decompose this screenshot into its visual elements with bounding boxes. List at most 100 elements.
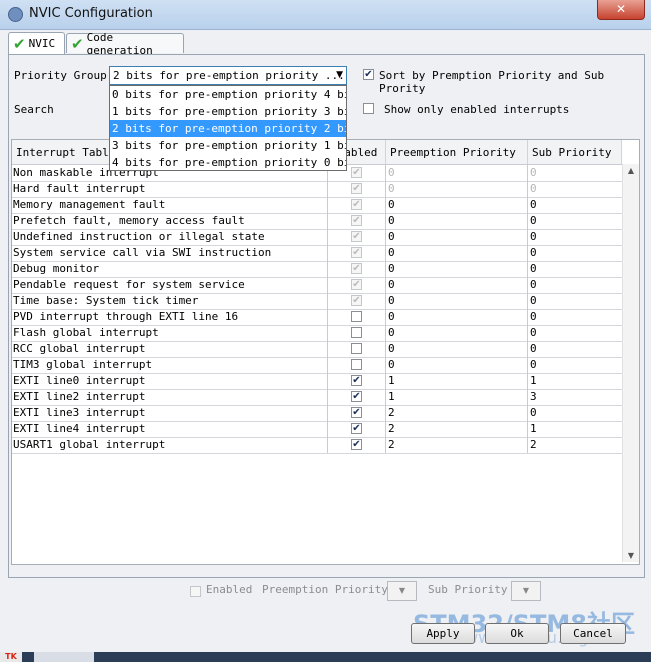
apply-button[interactable]: Apply <box>411 623 475 644</box>
tab-nvic-label: NVIC <box>28 37 56 50</box>
enabled-checkbox: ✔ <box>351 199 362 210</box>
sub-priority-cell[interactable]: 0 <box>527 261 625 277</box>
table-row[interactable]: Debug monitor ✔ 0 0 <box>12 261 622 278</box>
preemption-priority-cell[interactable]: 0 <box>385 277 531 293</box>
table-row[interactable]: Flash global interrupt 0 0 <box>12 325 622 342</box>
preemption-priority-cell[interactable]: 1 <box>385 389 531 405</box>
cancel-button[interactable]: Cancel <box>560 623 626 644</box>
table-row[interactable]: System service call via SWI instruction ✔… <box>12 245 622 262</box>
bottom-enabled-label: Enabled <box>206 583 253 596</box>
enabled-checkbox[interactable]: ✔ <box>351 391 362 402</box>
preemption-priority-cell[interactable]: 2 <box>385 405 531 421</box>
close-button[interactable]: ✕ <box>597 0 645 20</box>
priority-group-option[interactable]: 2 bits for pre-emption priority 2 bits f… <box>110 120 346 137</box>
scroll-up-icon[interactable]: ▲ <box>623 166 639 175</box>
table-row[interactable]: EXTI line3 interrupt ✔ 2 0 <box>12 405 622 422</box>
sub-priority-cell[interactable]: 0 <box>527 213 625 229</box>
priority-group-option[interactable]: 3 bits for pre-emption priority 1 bits f… <box>110 137 346 154</box>
enabled-cell: ✔ <box>327 293 386 309</box>
preemption-priority-cell[interactable]: 2 <box>385 421 531 437</box>
table-row[interactable]: Pendable request for system service ✔ 0 0 <box>12 277 622 294</box>
enabled-checkbox[interactable] <box>351 311 362 322</box>
checkbox-check-icon: ✔ <box>352 199 361 210</box>
table-row[interactable]: Hard fault interrupt ✔ 0 0 <box>12 181 622 198</box>
show-enabled-checkbox[interactable] <box>363 103 374 114</box>
enabled-checkbox[interactable] <box>351 343 362 354</box>
preemption-priority-cell[interactable]: 1 <box>385 373 531 389</box>
bottom-preemption-label: Preemption Priority <box>262 583 388 596</box>
table-row[interactable]: Memory management fault ✔ 0 0 <box>12 197 622 214</box>
enabled-checkbox[interactable]: ✔ <box>351 423 362 434</box>
table-row[interactable]: Prefetch fault, memory access fault ✔ 0 0 <box>12 213 622 230</box>
table-row[interactable]: Undefined instruction or illegal state ✔ 0… <box>12 229 622 246</box>
sub-priority-cell[interactable]: 0 <box>527 341 625 357</box>
sub-priority-cell[interactable]: 0 <box>527 293 625 309</box>
bottom-preemption-select[interactable]: ▼ <box>387 581 417 601</box>
table-row[interactable]: EXTI line2 interrupt ✔ 1 3 <box>12 389 622 406</box>
tab-code-generation[interactable]: ✔ Code generation <box>66 31 184 57</box>
column-header-preemption[interactable]: Preemption Priority <box>386 140 528 164</box>
enabled-checkbox[interactable] <box>351 327 362 338</box>
priority-group-select[interactable]: 2 bits for pre-emption priority ... ▼ <box>109 66 347 85</box>
chevron-down-icon: ▼ <box>522 586 530 595</box>
preemption-priority-cell[interactable]: 0 <box>385 213 531 229</box>
interrupt-name: EXTI line3 interrupt <box>13 406 146 419</box>
bottom-enabled-checkbox[interactable] <box>190 586 201 597</box>
table-row[interactable]: Time base: System tick timer ✔ 0 0 <box>12 293 622 310</box>
taskbar-item[interactable] <box>34 652 94 662</box>
sub-priority-cell[interactable]: 0 <box>527 165 625 181</box>
taskbar-badge[interactable]: TK <box>0 652 22 662</box>
sub-priority-cell[interactable]: 0 <box>527 309 625 325</box>
sort-checkbox[interactable]: ✔ <box>363 69 374 80</box>
priority-group-option[interactable]: 4 bits for pre-emption priority 0 bits f… <box>110 154 346 171</box>
preemption-priority-cell[interactable]: 0 <box>385 357 531 373</box>
vertical-scrollbar[interactable]: ▲ ▼ <box>622 164 639 562</box>
priority-group-selected: 2 bits for pre-emption priority ... <box>113 69 345 82</box>
table-row[interactable]: USART1 global interrupt ✔ 2 2 <box>12 437 622 454</box>
ok-button[interactable]: Ok <box>485 623 549 644</box>
checkbox-check-icon: ✔ <box>352 231 361 242</box>
enabled-cell: ✔ <box>327 213 386 229</box>
preemption-priority-cell[interactable]: 0 <box>385 229 531 245</box>
sub-priority-cell[interactable]: 0 <box>527 357 625 373</box>
scroll-down-icon[interactable]: ▼ <box>623 551 639 560</box>
preemption-priority-cell[interactable]: 0 <box>385 293 531 309</box>
checkbox-check-icon: ✔ <box>352 167 361 178</box>
sub-priority-cell[interactable]: 0 <box>527 405 625 421</box>
preemption-priority-cell[interactable]: 0 <box>385 325 531 341</box>
sub-priority-cell[interactable]: 2 <box>527 437 625 453</box>
column-header-sub-priority[interactable]: Sub Priority <box>528 140 622 164</box>
preemption-priority-cell[interactable]: 0 <box>385 197 531 213</box>
sub-priority-cell[interactable]: 1 <box>527 373 625 389</box>
sub-priority-cell[interactable]: 0 <box>527 229 625 245</box>
priority-group-option[interactable]: 0 bits for pre-emption priority 4 bits f… <box>110 86 346 103</box>
sub-priority-cell[interactable]: 0 <box>527 181 625 197</box>
checkbox-check-icon: ✔ <box>352 375 361 386</box>
sub-priority-cell[interactable]: 0 <box>527 245 625 261</box>
bottom-sub-priority-select[interactable]: ▼ <box>511 581 541 601</box>
table-row[interactable]: RCC global interrupt 0 0 <box>12 341 622 358</box>
table-row[interactable]: PVD interrupt through EXTI line 16 0 0 <box>12 309 622 326</box>
table-row[interactable]: TIM3 global interrupt 0 0 <box>12 357 622 374</box>
sub-priority-cell[interactable]: 1 <box>527 421 625 437</box>
enabled-cell: ✔ <box>327 197 386 213</box>
preemption-priority-cell[interactable]: 0 <box>385 341 531 357</box>
sub-priority-cell[interactable]: 0 <box>527 197 625 213</box>
table-row[interactable]: EXTI line4 interrupt ✔ 2 1 <box>12 421 622 438</box>
preemption-priority-cell[interactable]: 0 <box>385 245 531 261</box>
preemption-priority-cell[interactable]: 0 <box>385 165 531 181</box>
sub-priority-cell[interactable]: 0 <box>527 277 625 293</box>
enabled-checkbox[interactable]: ✔ <box>351 407 362 418</box>
enabled-checkbox[interactable]: ✔ <box>351 375 362 386</box>
preemption-priority-cell[interactable]: 2 <box>385 437 531 453</box>
sub-priority-cell[interactable]: 0 <box>527 325 625 341</box>
enabled-checkbox[interactable] <box>351 359 362 370</box>
sub-priority-cell[interactable]: 3 <box>527 389 625 405</box>
enabled-checkbox[interactable]: ✔ <box>351 439 362 450</box>
preemption-priority-cell[interactable]: 0 <box>385 181 531 197</box>
preemption-priority-cell[interactable]: 0 <box>385 309 531 325</box>
preemption-priority-cell[interactable]: 0 <box>385 261 531 277</box>
tab-nvic[interactable]: ✔ NVIC <box>8 32 65 54</box>
table-row[interactable]: EXTI line0 interrupt ✔ 1 1 <box>12 373 622 390</box>
priority-group-option[interactable]: 1 bits for pre-emption priority 3 bits f… <box>110 103 346 120</box>
